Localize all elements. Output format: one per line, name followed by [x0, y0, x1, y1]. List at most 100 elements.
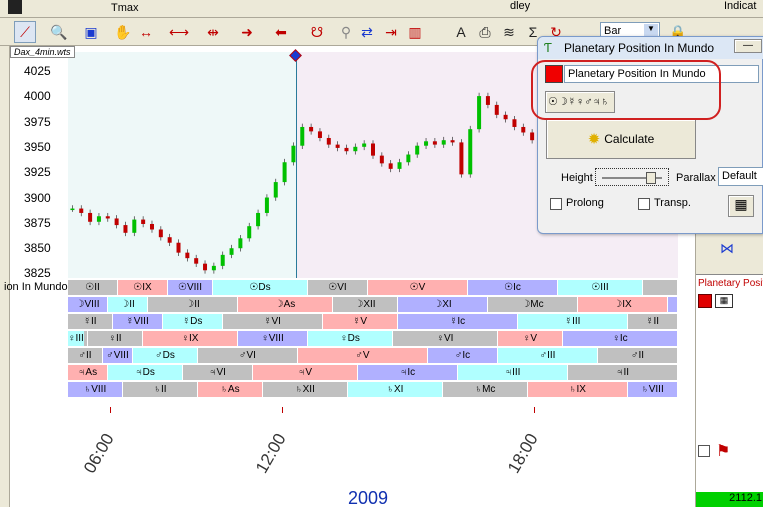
- candle-body: [388, 163, 393, 169]
- font-icon[interactable]: A: [450, 21, 472, 43]
- band-segment: ♂Ds: [133, 348, 197, 363]
- print-icon[interactable]: ⎙: [474, 21, 496, 43]
- flag-icon[interactable]: ▣: [80, 21, 102, 43]
- height-slider[interactable]: [595, 168, 669, 186]
- slider-thumb[interactable]: [646, 172, 656, 184]
- save-icon[interactable]: [8, 0, 22, 14]
- candle-body: [88, 212, 93, 222]
- calculate-button[interactable]: ✹ Calculate: [546, 119, 696, 159]
- candle-body: [326, 137, 331, 145]
- calendar-icon[interactable]: ▦: [715, 294, 733, 308]
- draw-line-icon[interactable]: ⟋: [14, 21, 36, 43]
- candle-body: [371, 143, 375, 156]
- file-label: Dax_4min.wts: [10, 46, 75, 58]
- candle-body: [468, 129, 473, 175]
- band-segment: ♀III: [68, 331, 84, 346]
- band-segment: [668, 297, 677, 312]
- band-segment: ☉Ic: [468, 280, 557, 295]
- band-segment: ♄XI: [348, 382, 442, 397]
- aspect-icon[interactable]: ⚲: [335, 21, 357, 43]
- planet-bands: ☉II ☉IX ☉VIII ☉Ds ☉VI ☉V ☉Ic ☉III ☽VIII ☽II ☽II ☽As…: [68, 279, 678, 407]
- band-segment: ☿Ic: [398, 314, 517, 329]
- indicator-item-label[interactable]: Planetary Position In Mundo: [696, 275, 763, 292]
- zoom-icon[interactable]: 🔍: [48, 21, 70, 43]
- x-tick: [534, 407, 535, 413]
- y-tick-label: 4000: [24, 89, 51, 104]
- sun-icon: ✹: [587, 131, 601, 148]
- band-segment: ☽XI: [398, 297, 487, 312]
- indicator-color-swatch[interactable]: [698, 294, 712, 308]
- planet-band: ♂II ♂VIII ♂Ds ♂VI ♂V ♂Ic ♂III ♂II: [68, 347, 678, 363]
- planet-band: ☉II ☉IX ☉VIII ☉Ds ☉VI ☉V ☉Ic ☉III: [68, 279, 678, 295]
- band-segment: ♀Ds: [308, 331, 392, 346]
- transp-checkbox[interactable]: [638, 198, 650, 210]
- candle-body: [521, 126, 526, 133]
- candle-body: [167, 237, 172, 243]
- band-segment: ♀Ic: [563, 331, 677, 346]
- band-segment: ♄VIII: [68, 382, 122, 397]
- candle-body: [123, 225, 128, 233]
- x-label-0600: 06:00: [80, 430, 118, 477]
- indicator-checkbox[interactable]: [698, 445, 710, 457]
- prolong-label: Prolong: [566, 197, 604, 209]
- grid-icon[interactable]: ▥: [404, 21, 426, 43]
- pan-icon[interactable]: ✋: [112, 21, 134, 43]
- y-tick-label: 3825: [24, 266, 51, 281]
- band-segment: ☉Ds: [213, 280, 307, 295]
- candle-body: [432, 141, 437, 145]
- calendar-button[interactable]: ▦: [728, 195, 754, 217]
- band-segment: ☽As: [238, 297, 332, 312]
- candle-body: [264, 197, 269, 213]
- indicator-item-controls: ▦: [696, 292, 763, 310]
- arrow-right-icon[interactable]: ➜: [236, 21, 258, 43]
- candle-body: [450, 140, 455, 143]
- band-segment: ☿V: [323, 314, 397, 329]
- band-segment: ♀VIII: [238, 331, 307, 346]
- x-tick: [110, 407, 111, 413]
- calendar-icon: ▦: [734, 196, 748, 212]
- band-segment: ☽II: [108, 297, 147, 312]
- band-segment: ☿II: [68, 314, 112, 329]
- status-value: 2112.1: [696, 492, 763, 507]
- prolong-checkbox[interactable]: [550, 198, 562, 210]
- strategy-icon[interactable]: ⚑: [716, 441, 730, 461]
- candle-body: [247, 226, 252, 239]
- range-icon[interactable]: ↔: [135, 21, 157, 43]
- band-segment: ♃As: [68, 365, 107, 380]
- shrink-icon[interactable]: ⇹: [202, 21, 224, 43]
- band-segment: ☉V: [368, 280, 467, 295]
- band-segment: ☿VI: [223, 314, 322, 329]
- candle-body: [353, 146, 358, 152]
- y-tick-label: 3975: [24, 114, 51, 129]
- tmax-label: Tmax: [111, 2, 139, 14]
- annotation-oval: [531, 60, 721, 120]
- retrograde-icon[interactable]: ☋: [306, 21, 328, 43]
- candle-body: [70, 208, 75, 211]
- band-segment: ♃Ds: [108, 365, 182, 380]
- candle-body: [176, 242, 181, 253]
- planet-band: ♀II♀II♀IX♀VIII♀Ds♀VI♀V♀Ic♀III: [68, 330, 678, 346]
- band-segment: ♂III: [498, 348, 597, 363]
- band-segment: ♂VIII: [103, 348, 132, 363]
- band-segment: ♃VI: [183, 365, 252, 380]
- x-tick: [282, 407, 283, 413]
- candle-body: [220, 254, 225, 266]
- band-segment: ☿III: [518, 314, 627, 329]
- network-icon[interactable]: ⋈: [720, 240, 734, 257]
- parallax-select[interactable]: Default: [718, 167, 763, 186]
- candle-body: [158, 229, 163, 238]
- band-segment: ♂VI: [198, 348, 297, 363]
- move-icon[interactable]: ⇄: [356, 21, 378, 43]
- chart-icon[interactable]: ≋: [498, 21, 520, 43]
- band-segment: [643, 280, 677, 295]
- band-segment: ☉VIII: [168, 280, 212, 295]
- band-segment: ♀IX: [143, 331, 237, 346]
- candle-body: [397, 162, 402, 169]
- align-icon[interactable]: ⇥: [380, 21, 402, 43]
- close-button[interactable]: —: [734, 39, 762, 53]
- candle-body: [406, 154, 411, 163]
- expand-icon[interactable]: ⟷: [168, 21, 190, 43]
- arrow-left-icon[interactable]: ⬅: [270, 21, 292, 43]
- candle-body: [141, 219, 146, 224]
- candle-body: [512, 119, 517, 127]
